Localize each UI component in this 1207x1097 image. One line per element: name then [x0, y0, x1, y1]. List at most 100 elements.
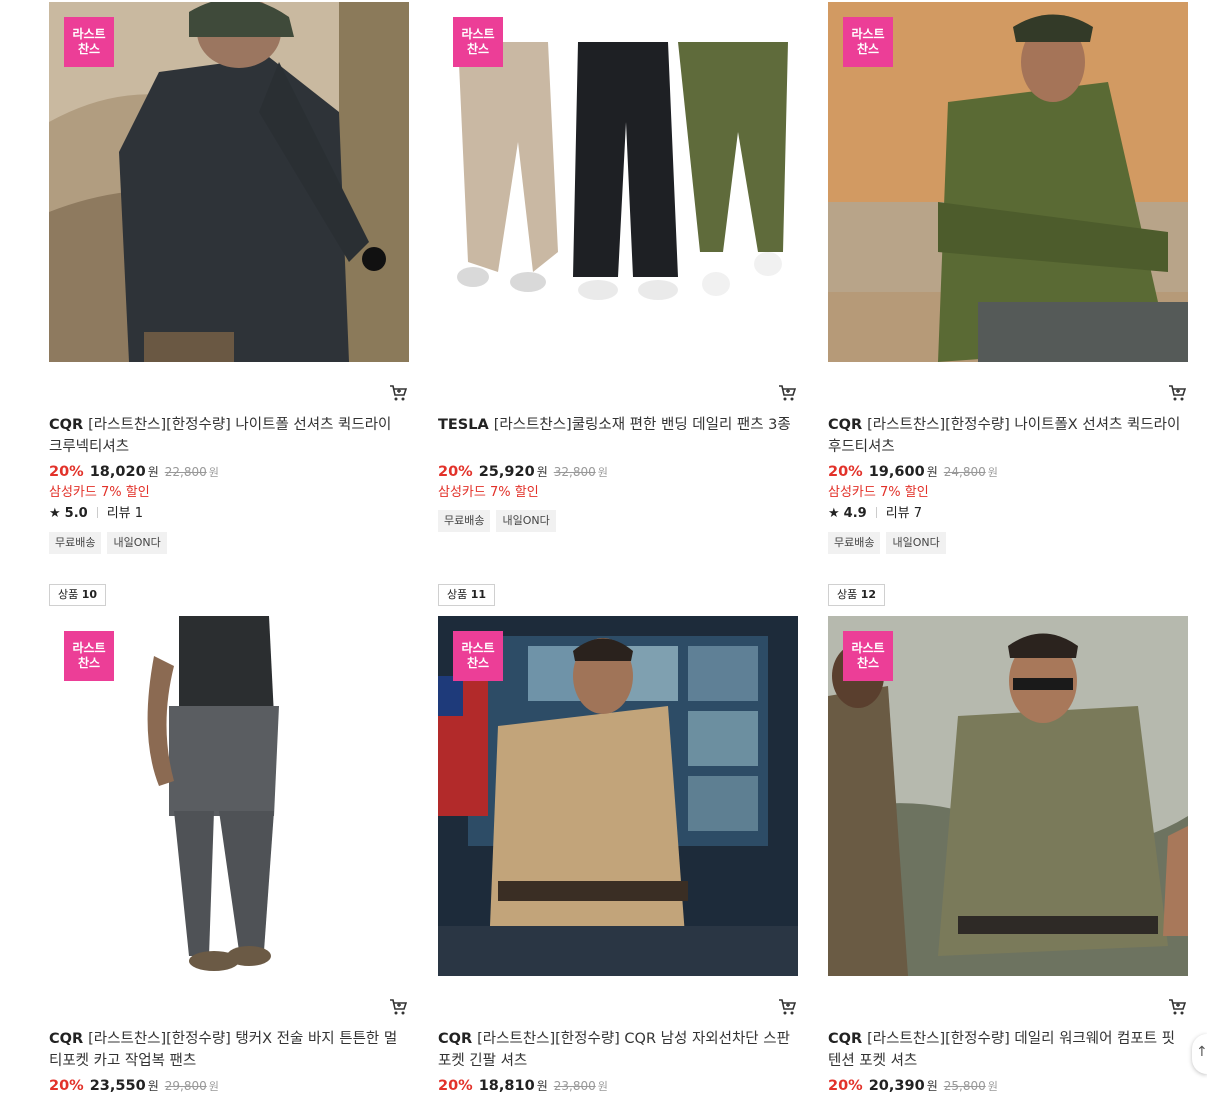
product-card[interactable]: 라스트 찬스 TESLA [라스트찬스]쿨링소재 편한 밴딩 데일리 팬츠 3종 … — [438, 2, 798, 536]
product-image[interactable]: 라스트 찬스 — [828, 2, 1188, 362]
product-name: [라스트찬스]쿨링소재 편한 밴딩 데일리 팬츠 3종 — [493, 417, 791, 433]
product-brand: CQR — [49, 1031, 84, 1047]
sale-price: 18,810 — [478, 1078, 535, 1094]
product-card[interactable]: 라스트 찬스 CQR [라스트찬스][한정수량] 탱커X 전술 바지 튼튼한 멀티… — [49, 616, 409, 1097]
rank-label: 상품 10 — [49, 584, 107, 606]
free-shipping-tag: 무료배송 — [49, 532, 102, 554]
last-chance-badge: 라스트 찬스 — [453, 631, 503, 681]
review-count: 리뷰 7 — [885, 506, 923, 521]
product-name: [라스트찬스][한정수량] 데일리 워크웨어 컴포트 핏 텐션 포켓 셔츠 — [828, 1031, 1176, 1069]
cart-icon[interactable] — [389, 384, 408, 402]
original-price-unit: 원 — [208, 1080, 219, 1093]
original-price: 29,800 — [164, 1079, 207, 1093]
discount-rate: 20% — [828, 464, 863, 480]
original-price-unit: 원 — [987, 1080, 998, 1093]
product-brand: CQR — [49, 417, 84, 433]
original-price-unit: 원 — [597, 1080, 608, 1093]
original-price: 24,800 — [943, 465, 986, 479]
discount-rate: 20% — [438, 1078, 473, 1094]
price-unit: 원 — [147, 465, 159, 479]
product-brand: TESLA — [438, 417, 489, 433]
discount-rate: 20% — [49, 464, 84, 480]
last-chance-badge: 라스트 찬스 — [453, 17, 503, 67]
free-shipping-tag: 무료배송 — [828, 532, 881, 554]
product-name: [라스트찬스][한정수량] 탱커X 전술 바지 튼튼한 멀티포켓 카고 작업복 … — [49, 1031, 398, 1069]
price-row: 20% 19,600 원 24,800 원 — [828, 461, 998, 481]
cart-icon[interactable] — [1168, 384, 1187, 402]
discount-rate: 20% — [438, 464, 473, 480]
price-row: 20% 20,390 원 25,800 원 — [828, 1075, 998, 1095]
sale-price: 19,600 — [868, 464, 925, 480]
card-discount: 삼성카드 7% 할인 — [438, 485, 539, 500]
product-title[interactable]: CQR [라스트찬스][한정수량] 나이트폴X 선셔츠 퀵드라이 후드티셔츠 — [828, 414, 1188, 458]
product-title[interactable]: CQR [라스트찬스][한정수량] 나이트폴 선셔츠 퀵드라이 크루넥티셔츠 — [49, 414, 409, 458]
product-card[interactable]: 라스트 찬스 CQR [라스트찬스][한정수량] 나이트폴X 선셔츠 퀵드라이 후… — [828, 2, 1188, 558]
next-day-tag: 내일ON다 — [107, 532, 167, 554]
rank-label: 상품 12 — [828, 584, 886, 606]
cart-icon[interactable] — [778, 384, 797, 402]
discount-rate: 20% — [828, 1078, 863, 1094]
rating-score: 5.0 — [64, 506, 88, 521]
star-icon: ★ — [49, 506, 61, 521]
original-price: 22,800 — [164, 465, 207, 479]
last-chance-badge: 라스트 찬스 — [843, 17, 893, 67]
price-unit: 원 — [536, 1079, 548, 1093]
free-shipping-tag: 무료배송 — [438, 510, 491, 532]
product-brand: CQR — [438, 1031, 473, 1047]
original-price-unit: 원 — [597, 466, 608, 479]
sale-price: 23,550 — [89, 1078, 146, 1094]
product-image[interactable]: 라스트 찬스 — [49, 2, 409, 362]
next-day-tag: 내일ON다 — [886, 532, 946, 554]
sale-price: 25,920 — [478, 464, 535, 480]
product-title[interactable]: TESLA [라스트찬스]쿨링소재 편한 밴딩 데일리 팬츠 3종 — [438, 414, 798, 436]
scroll-top-button[interactable]: ↑ — [1192, 1034, 1207, 1074]
price-unit: 원 — [926, 465, 938, 479]
cart-icon[interactable] — [778, 998, 797, 1016]
original-price: 25,800 — [943, 1079, 986, 1093]
price-unit: 원 — [147, 1079, 159, 1093]
price-unit: 원 — [536, 465, 548, 479]
product-title[interactable]: CQR [라스트찬스][한정수량] 데일리 워크웨어 컴포트 핏 텐션 포켓 셔츠 — [828, 1028, 1188, 1072]
next-day-tag: 내일ON다 — [496, 510, 556, 532]
cart-icon[interactable] — [389, 998, 408, 1016]
card-discount: 삼성카드 7% 할인 — [828, 485, 929, 500]
product-image[interactable]: 라스트 찬스 — [438, 616, 798, 976]
arrow-up-icon: ↑ — [1196, 1044, 1207, 1060]
cart-icon[interactable] — [1168, 998, 1187, 1016]
price-unit: 원 — [926, 1079, 938, 1093]
original-price: 32,800 — [553, 465, 596, 479]
product-name: [라스트찬스][한정수량] 나이트폴X 선셔츠 퀵드라이 후드티셔츠 — [828, 417, 1181, 455]
card-discount: 삼성카드 7% 할인 — [49, 485, 150, 500]
last-chance-badge: 라스트 찬스 — [843, 631, 893, 681]
tag-list: 무료배송 내일ON다 — [828, 532, 946, 554]
original-price-unit: 원 — [208, 466, 219, 479]
rating-row: ★ 4.9 리뷰 7 — [828, 502, 922, 521]
price-row: 20% 18,020 원 22,800 원 — [49, 461, 219, 481]
product-card[interactable]: 라스트 찬스 CQR [라스트찬스][한정수량] 나이트폴 선셔츠 퀵드라이 크루… — [49, 2, 409, 558]
review-count: 리뷰 1 — [106, 506, 144, 521]
rank-label: 상품 11 — [438, 584, 496, 606]
product-image[interactable]: 라스트 찬스 — [438, 2, 798, 362]
product-title[interactable]: CQR [라스트찬스][한정수량] CQR 남성 자외선차단 스판 포켓 긴팔 셔… — [438, 1028, 798, 1072]
product-card[interactable]: 라스트 찬스 CQR [라스트찬스][한정수량] 데일리 워크웨어 컴포트 핏 텐… — [828, 616, 1188, 1097]
original-price-unit: 원 — [987, 466, 998, 479]
price-row: 20% 25,920 원 32,800 원 — [438, 461, 608, 481]
last-chance-badge: 라스트 찬스 — [64, 631, 114, 681]
product-name: [라스트찬스][한정수량] 나이트폴 선셔츠 퀵드라이 크루넥티셔츠 — [49, 417, 392, 455]
product-name: [라스트찬스][한정수량] CQR 남성 자외선차단 스판 포켓 긴팔 셔츠 — [438, 1031, 790, 1069]
product-brand: CQR — [828, 1031, 863, 1047]
rating-score: 4.9 — [843, 506, 867, 521]
price-row: 20% 18,810 원 23,800 원 — [438, 1075, 608, 1095]
product-card[interactable]: 라스트 찬스 CQR [라스트찬스][한정수량] CQR 남성 자외선차단 스판 … — [438, 616, 798, 1097]
rating-row: ★ 5.0 리뷰 1 — [49, 502, 143, 521]
star-icon: ★ — [828, 506, 840, 521]
price-row: 20% 23,550 원 29,800 원 — [49, 1075, 219, 1095]
discount-rate: 20% — [49, 1078, 84, 1094]
sale-price: 18,020 — [89, 464, 146, 480]
product-image[interactable]: 라스트 찬스 — [49, 616, 409, 976]
tag-list: 무료배송 내일ON다 — [438, 510, 556, 532]
last-chance-badge: 라스트 찬스 — [64, 17, 114, 67]
tag-list: 무료배송 내일ON다 — [49, 532, 167, 554]
product-image[interactable]: 라스트 찬스 — [828, 616, 1188, 976]
product-title[interactable]: CQR [라스트찬스][한정수량] 탱커X 전술 바지 튼튼한 멀티포켓 카고 작… — [49, 1028, 409, 1072]
